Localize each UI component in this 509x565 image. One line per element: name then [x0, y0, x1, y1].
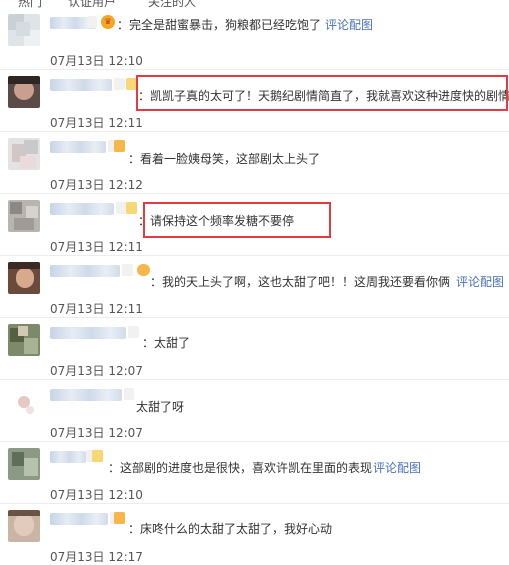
badge-icon — [128, 326, 139, 338]
user-nickname[interactable] — [50, 265, 120, 277]
tab-verified-users[interactable]: 认证用户 — [68, 0, 116, 8]
comment-timestamp: 07月13日 12:10 — [50, 54, 143, 68]
comment-timestamp: 07月13日 12:11 — [50, 116, 143, 130]
tab-following[interactable]: 关注的人 — [148, 0, 196, 8]
avatar[interactable] — [8, 200, 40, 232]
highlight-box — [143, 202, 331, 238]
tab-bar: 热门 认证用户 关注的人 — [0, 0, 509, 8]
user-nickname[interactable] — [50, 451, 86, 463]
user-nickname[interactable] — [50, 327, 126, 339]
comment-item: ：看着一脸姨母笑，这部剧太上头了 07月13日 12:12 — [0, 132, 509, 194]
comment-item: ：床咚什么的太甜了太甜了，我好心动 07月13日 12:17 — [0, 504, 509, 564]
comment-image-link[interactable]: 评论配图 — [325, 16, 373, 33]
tab-hot[interactable]: 热门 — [18, 0, 42, 8]
heart-badge-icon — [137, 264, 150, 276]
comment-item: ：太甜了 07月13日 12:07 — [0, 318, 509, 380]
avatar[interactable] — [8, 76, 40, 108]
user-nickname[interactable] — [50, 203, 114, 215]
comment-image-link[interactable]: 评论配图 — [456, 273, 504, 290]
member-badge-icon — [114, 140, 125, 152]
badge-icon — [114, 78, 125, 90]
avatar[interactable] — [8, 262, 40, 294]
comment-text: ：太甜了 — [142, 336, 191, 350]
badge-icon — [122, 264, 133, 276]
comment-item: ♛ ：完全是甜蜜暴击，狗粮都已经吃饱了 评论配图 07月13日 12:10 — [0, 8, 509, 70]
comment-text: ：这部剧的进度也是很快，喜欢许凯在里面的表现 — [108, 461, 373, 475]
comment-timestamp: 07月13日 12:10 — [50, 488, 143, 502]
comment-item: ：这部剧的进度也是很快，喜欢许凯在里面的表现 评论配图 07月13日 12:10 — [0, 442, 509, 504]
comment-text: ：我的天上头了啊，这也太甜了吧！！这周我还要看你俩 — [150, 275, 451, 289]
comment-item: 太甜了呀 07月13日 12:07 — [0, 380, 509, 442]
member-badge-icon — [92, 450, 103, 462]
badge-icon — [87, 16, 97, 28]
member-badge-icon — [126, 202, 137, 214]
highlight-box — [136, 75, 508, 111]
member-badge-icon — [114, 512, 125, 524]
comment-text: ：完全是甜蜜暴击，狗粮都已经吃饱了 — [117, 18, 322, 32]
avatar[interactable] — [8, 386, 40, 418]
comment-timestamp: 07月13日 12:17 — [50, 550, 143, 564]
comment-timestamp: 07月13日 12:12 — [50, 178, 143, 192]
user-nickname[interactable] — [50, 513, 108, 525]
comment-image-link[interactable]: 评论配图 — [373, 459, 421, 476]
comment-text: 太甜了呀 — [136, 400, 185, 414]
user-nickname[interactable] — [50, 141, 106, 153]
badge-icon — [124, 388, 134, 400]
avatar[interactable] — [8, 324, 40, 356]
avatar[interactable] — [8, 14, 40, 46]
comment-item: ：我的天上头了啊，这也太甜了吧！！这周我还要看你俩 评论配图 07月13日 12… — [0, 256, 509, 318]
comment-timestamp: 07月13日 12:07 — [50, 426, 143, 440]
comment-text: ：看着一脸姨母笑，这部剧太上头了 — [128, 152, 321, 166]
comment-timestamp: 07月13日 12:07 — [50, 364, 143, 378]
comment-timestamp: 07月13日 12:11 — [50, 302, 143, 316]
comment-text: ：床咚什么的太甜了太甜了，我好心动 — [128, 522, 333, 536]
comment-timestamp: 07月13日 12:11 — [50, 240, 143, 254]
user-nickname[interactable] — [50, 389, 122, 401]
avatar[interactable] — [8, 510, 40, 542]
avatar[interactable] — [8, 448, 40, 480]
user-nickname[interactable] — [50, 79, 112, 91]
crown-icon: ♛ — [101, 15, 115, 29]
avatar[interactable] — [8, 138, 40, 170]
